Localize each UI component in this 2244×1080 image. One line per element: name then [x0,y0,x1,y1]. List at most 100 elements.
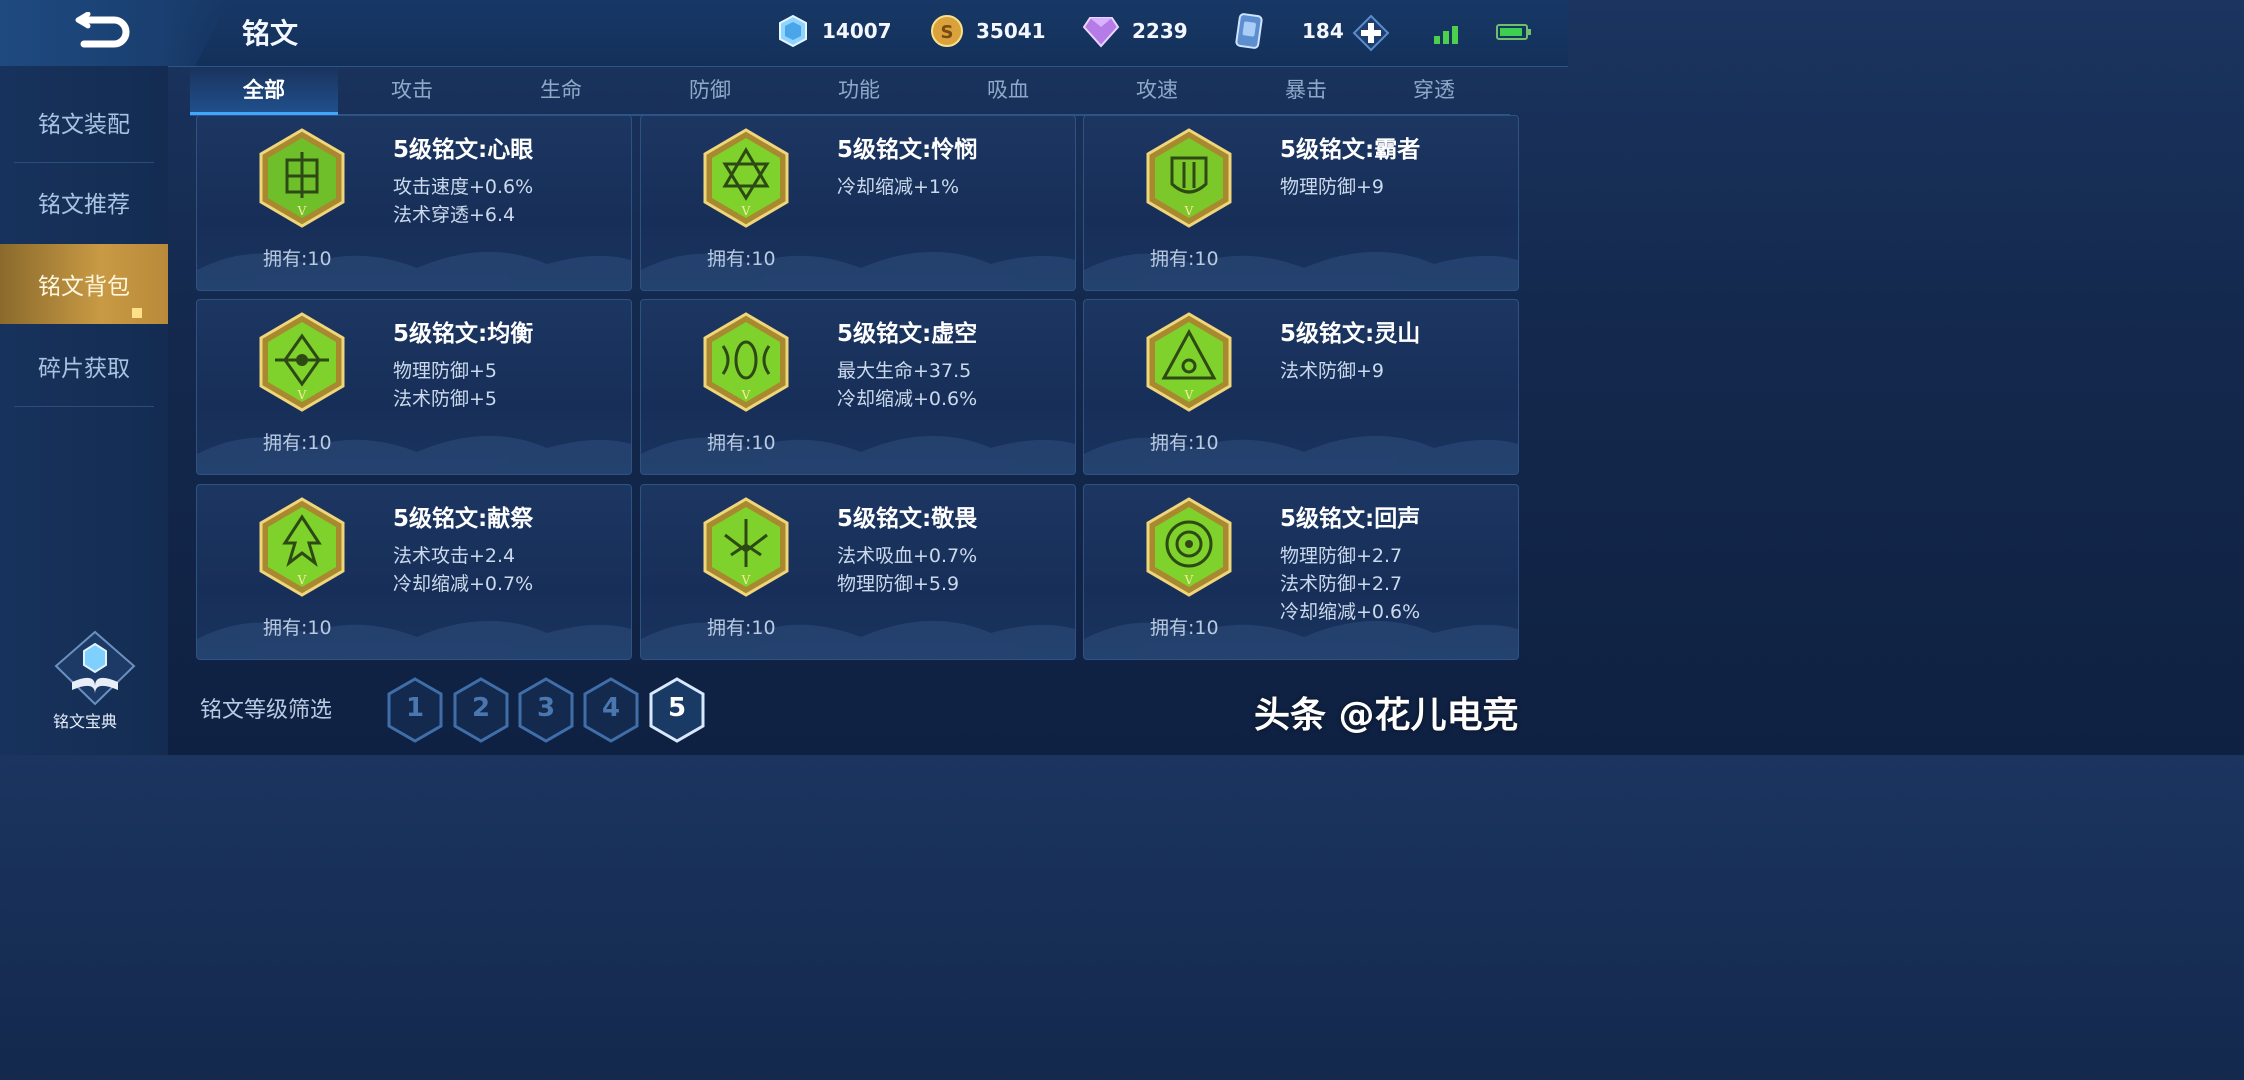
tab-attack[interactable]: 攻击 [338,66,486,112]
rune-name: 5级铭文:虚空 [837,321,978,347]
rune-xianji-icon: V [259,497,345,597]
rune-xukong-icon: V [703,312,789,412]
svg-text:V: V [1184,388,1194,402]
rune-codex-icon [54,630,136,706]
rune-owned-count: 拥有:10 [707,248,776,270]
level-filter-3[interactable]: 3 [517,677,575,743]
back-button[interactable] [0,0,230,66]
watermark: 头条 @花儿电竞 [1254,695,1519,736]
svg-text:V: V [1184,204,1194,218]
rune-jingwei-icon: V [703,497,789,597]
battery-icon [1496,24,1531,40]
sidebar-item-rune-recommend[interactable]: 铭文推荐 [0,162,168,242]
rune-card[interactable]: V 5级铭文:敬畏 法术吸血+0.7% 物理防御+5.9 拥有:10 [640,484,1076,660]
rune-stat: 攻击速度+0.6% [393,176,534,198]
rune-lianmin-icon: V [703,128,789,228]
svg-text:S: S [941,22,954,43]
rune-card[interactable]: V 5级铭文:心眼 攻击速度+0.6% 法术穿透+6.4 拥有:10 [196,115,632,291]
resource-gold: S 35041 [930,14,1046,48]
rune-owned-count: 拥有:10 [707,617,776,639]
category-tabs: 全部 攻击 生命 防御 功能 吸血 攻速 暴击 穿透 [190,66,1510,116]
tab-lifesteal[interactable]: 吸血 [934,66,1082,112]
rune-stat: 物理防御+2.7 [1280,545,1403,567]
svg-text:V: V [297,388,307,402]
tab-penetration[interactable]: 穿透 [1360,66,1508,112]
rune-name: 5级铭文:心眼 [393,137,534,163]
svg-text:V: V [297,204,307,218]
rune-name: 5级铭文:霸者 [1280,137,1421,163]
rune-stat: 冷却缩减+0.6% [1280,601,1421,623]
rune-owned-count: 拥有:10 [263,432,332,454]
resource-crystal: 14007 [776,14,892,48]
sidebar-divider [14,406,154,407]
sidebar-item-label: 铭文推荐 [38,192,130,218]
tab-all[interactable]: 全部 [190,66,338,115]
level-filter-1[interactable]: 1 [386,677,444,743]
rune-codex-label: 铭文宝典 [52,712,117,731]
rune-stat: 法术吸血+0.7% [837,545,978,567]
level-filter-label: 铭文等级筛选 [200,698,333,723]
gold-count: 35041 [976,19,1046,43]
rune-owned-count: 拥有:10 [263,248,332,270]
rune-bazhe-icon: V [1146,128,1232,228]
rune-junheng-icon: V [259,312,345,412]
rune-stat: 冷却缩减+0.7% [393,573,534,595]
diamond-icon [1082,17,1120,48]
rune-name: 5级铭文:怜悯 [837,137,978,163]
rune-name: 5级铭文:灵山 [1280,321,1421,347]
rune-codex-button[interactable]: 铭文宝典 [40,630,150,750]
sidebar-item-label: 铭文装配 [38,112,130,138]
rune-stat: 法术攻击+2.4 [393,545,516,567]
rune-name: 5级铭文:献祭 [393,506,534,532]
voucher-icon [1235,13,1263,49]
page-title: 铭文 [242,17,299,50]
rune-name: 5级铭文:均衡 [393,321,534,347]
tab-utility[interactable]: 功能 [785,66,933,112]
add-voucher-button[interactable] [1352,14,1390,52]
rune-card[interactable]: V 5级铭文:灵山 法术防御+9 拥有:10 [1083,299,1519,475]
svg-text:V: V [741,388,751,402]
level-filter-2[interactable]: 2 [452,677,510,743]
sidebar-item-rune-bag[interactable]: 铭文背包 [0,244,168,324]
rune-card[interactable]: V 5级铭文:虚空 最大生命+37.5 冷却缩减+0.6% 拥有:10 [640,299,1076,475]
rune-owned-count: 拥有:10 [1150,248,1219,270]
rune-stat: 最大生命+37.5 [837,360,972,382]
sidebar-item-label: 碎片获取 [38,356,130,382]
rune-card[interactable]: V 5级铭文:回声 物理防御+2.7 法术防御+2.7 冷却缩减+0.6% 拥有… [1083,484,1519,660]
plus-icon [1352,14,1390,52]
rune-card[interactable]: V 5级铭文:均衡 物理防御+5 法术防御+5 拥有:10 [196,299,632,475]
tab-health[interactable]: 生命 [487,66,635,112]
rune-card[interactable]: V 5级铭文:霸者 物理防御+9 拥有:10 [1083,115,1519,291]
sidebar-item-rune-equip[interactable]: 铭文装配 [0,82,168,162]
crystal-icon [779,14,807,48]
signal-icon [1434,22,1464,44]
back-arrow-icon [75,12,130,48]
rune-owned-count: 拥有:10 [1150,432,1219,454]
rune-name: 5级铭文:回声 [1280,506,1421,532]
rune-stat: 法术防御+5 [393,388,498,410]
tab-defense[interactable]: 防御 [636,66,784,112]
level-filter-5[interactable]: 5 [648,677,706,743]
crystal-count: 14007 [822,19,892,43]
tab-critical[interactable]: 暴击 [1232,66,1380,112]
tab-attack-speed[interactable]: 攻速 [1083,66,1231,112]
rune-card[interactable]: V 5级铭文:献祭 法术攻击+2.4 冷却缩减+0.7% 拥有:10 [196,484,632,660]
svg-text:V: V [297,573,307,587]
rune-stat: 冷却缩减+0.6% [837,388,978,410]
rune-xinyan-icon: V [259,128,345,228]
rune-lingshan-icon: V [1146,312,1232,412]
gold-coin-icon: S [931,15,963,47]
rune-huisheng-icon: V [1146,497,1232,597]
rune-owned-count: 拥有:10 [707,432,776,454]
rune-name: 5级铭文:敬畏 [837,506,978,532]
rune-stat: 物理防御+5 [393,360,498,382]
rune-stat: 冷却缩减+1% [837,176,960,198]
resource-voucher: 184 [1234,13,1344,49]
rune-stat: 法术防御+9 [1280,360,1385,382]
svg-text:V: V [741,573,751,587]
sidebar-item-label: 铭文背包 [38,274,130,300]
level-filter-4[interactable]: 4 [582,677,640,743]
rune-card[interactable]: V 5级铭文:怜悯 冷却缩减+1% 拥有:10 [640,115,1076,291]
active-marker [132,308,142,318]
sidebar-item-fragment-obtain[interactable]: 碎片获取 [0,326,168,406]
